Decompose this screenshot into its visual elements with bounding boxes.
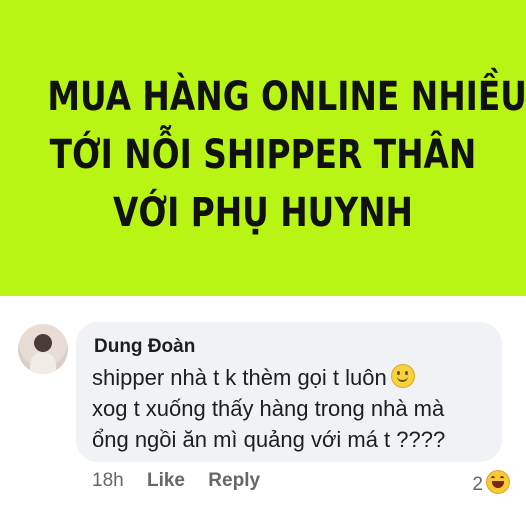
comment-line: ổng ngồi ăn mì quảng với má t ???? <box>92 427 446 452</box>
slightly-smiling-face-icon <box>390 364 415 388</box>
haha-reaction-icon <box>486 470 510 494</box>
meme-headline: MUA HÀNG ONLINE NHIỀU TỚI NỖI SHIPPER TH… <box>47 68 526 242</box>
comment-actions: 18h Like Reply <box>92 470 278 492</box>
comment-text: shipper nhà t k thèm gọi t luôn xog t xu… <box>92 362 492 455</box>
meme-banner: MUA HÀNG ONLINE NHIỀU TỚI NỖI SHIPPER TH… <box>0 0 526 296</box>
comment-line-text: shipper nhà t k thèm gọi t luôn <box>92 365 387 390</box>
comment-line: shipper nhà t k thèm gọi t luôn <box>92 362 492 393</box>
reaction-count: 2 <box>472 474 483 495</box>
headline-line: VỚI PHỤ HUYNH <box>113 190 413 236</box>
comment-author[interactable]: Dung Đoàn <box>94 336 195 358</box>
headline-line: MUA HÀNG ONLINE NHIỀU <box>47 74 526 120</box>
reaction-summary[interactable]: 2 <box>472 470 510 496</box>
headline-line: TỚI NỖI SHIPPER THÂN <box>49 132 477 178</box>
like-button[interactable]: Like <box>147 470 185 491</box>
comment-line: xog t xuống thấy hàng trong nhà mà <box>92 396 445 421</box>
reply-button[interactable]: Reply <box>208 470 260 491</box>
avatar[interactable] <box>18 324 68 374</box>
comment-timestamp[interactable]: 18h <box>92 470 124 491</box>
